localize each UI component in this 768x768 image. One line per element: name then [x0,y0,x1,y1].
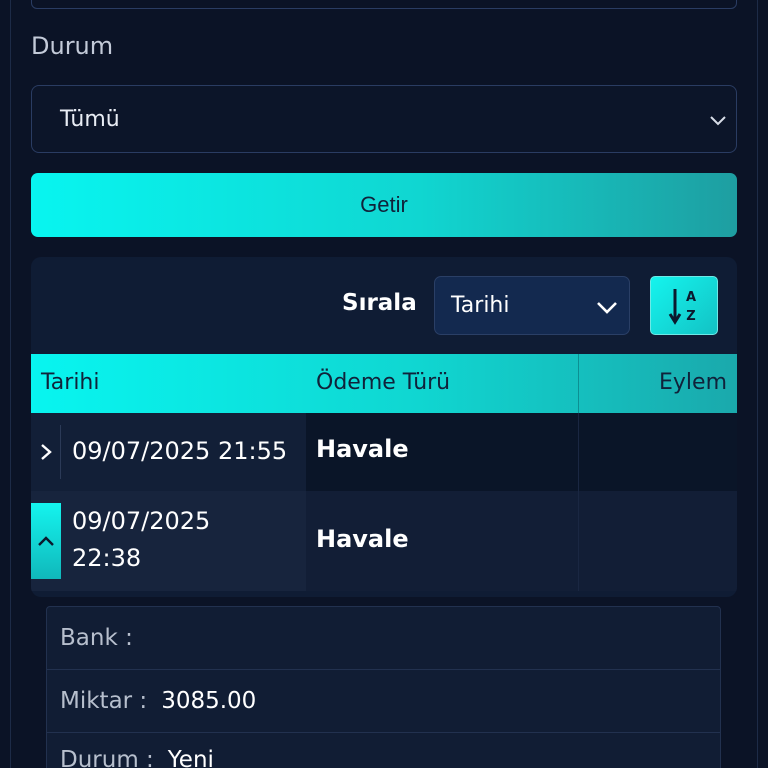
detail-status: Durum : Yeni [47,733,720,768]
sort-label: Sırala [342,290,417,316]
detail-amount-value: 3085.00 [161,688,257,714]
svg-text:Z: Z [686,309,695,324]
results-card: Sırala Tarihi A Z Tarihi Ödeme Türü Eyle… [31,257,737,597]
row-payment-type: Havale [316,525,409,553]
table-row[interactable]: 09/07/2025 22:38 Havale [31,491,737,591]
svg-text:A: A [686,290,696,305]
sort-select[interactable]: Tarihi [434,276,630,335]
row-date-line1: 09/07/2025 [72,507,211,535]
row-date-line2: 22:38 [72,544,142,572]
sort-order-button[interactable]: A Z [650,276,718,335]
status-label: Durum [31,32,114,60]
detail-amount: Miktar : 3085.00 [47,670,720,733]
detail-status-value: Yeni [167,747,214,768]
row-details-panel: Bank : Miktar : 3085.00 Durum : Yeni [46,606,721,768]
detail-status-key: Durum [60,747,139,768]
chevron-right-icon [40,444,52,460]
status-select-value: Tümü [60,106,120,132]
header-divider [578,354,579,413]
chevron-down-icon [710,116,726,126]
chevron-down-icon [597,302,617,314]
sort-select-value: Tarihi [451,293,510,318]
collapse-row-button[interactable] [31,503,61,579]
detail-bank: Bank : [47,607,720,670]
status-select[interactable]: Tümü [31,85,737,153]
column-divider [578,413,579,491]
table-row[interactable]: 09/07/2025 21:55 Havale [31,413,737,491]
table-header: Tarihi Ödeme Türü Eylem [31,354,737,413]
fetch-button[interactable]: Getir [31,173,737,237]
row-payment-type: Havale [316,435,409,463]
detail-bank-key: Bank [60,625,118,651]
expand-row-button[interactable] [31,425,61,479]
column-divider [578,491,579,591]
detail-amount-key: Miktar [60,688,133,714]
row-date: 09/07/2025 21:55 [72,437,288,465]
top-input-field[interactable] [31,0,737,9]
header-action: Eylem [659,370,727,395]
header-payment-type[interactable]: Ödeme Türü [316,370,450,395]
header-date[interactable]: Tarihi [41,370,100,395]
chevron-up-icon [38,536,54,546]
sort-alpha-icon: A Z [668,288,696,325]
